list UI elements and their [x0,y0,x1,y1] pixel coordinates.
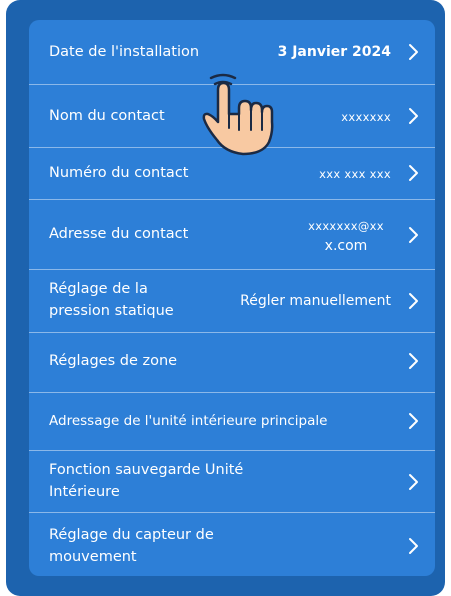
row-label-line2: mouvement [49,549,137,565]
row-label-line2: Intérieure [49,484,120,500]
chevron-right-icon [409,413,418,429]
row-value: xxxxxxx [341,110,391,124]
hand-pointer-icon [202,73,274,156]
row-value: 3 Janvier 2024 [277,44,391,60]
row-static-pressure[interactable]: Réglage de la pression statique Régler m… [29,270,435,333]
row-indoor-unit-backup[interactable]: Fonction sauvegarde Unité Intérieure [29,451,435,513]
row-zone-settings[interactable]: Réglages de zone [29,333,435,393]
row-label: Nom du contact [49,108,165,124]
row-value: xxx xxx xxx [319,167,391,181]
row-label: Adresse du contact [49,226,189,242]
row-label: Réglages de zone [49,353,178,369]
row-label-line1: Réglage du capteur de [49,527,214,543]
row-value: Régler manuellement [240,293,391,309]
row-contact-address[interactable]: Adresse du contact xxxxxxx@xx x.com [29,200,435,270]
row-label-line1: Réglage de la [49,281,148,297]
row-label-line1: Fonction sauvegarde Unité [49,462,244,478]
chevron-right-icon [409,165,418,181]
chevron-right-icon [409,353,418,369]
chevron-right-icon [409,227,418,243]
row-main-indoor-unit-addressing[interactable]: Adressage de l'unité intérieure principa… [29,393,435,451]
chevron-right-icon [409,108,418,124]
device-frame: Date de l'installation 3 Janvier 2024 No… [6,0,445,596]
row-label: Date de l'installation [49,44,200,60]
row-value-line2: x.com [324,238,368,254]
chevron-right-icon [409,474,418,490]
chevron-right-icon [409,293,418,309]
chevron-right-icon [409,44,418,60]
row-label: Adressage de l'unité intérieure principa… [49,413,328,429]
settings-list: Date de l'installation 3 Janvier 2024 No… [29,20,435,576]
row-motion-sensor[interactable]: Réglage du capteur de mouvement [29,513,435,576]
row-value-line1: xxxxxxx@xx [308,219,384,233]
row-label: Numéro du contact [49,165,189,181]
chevron-right-icon [409,538,418,554]
row-label-line2: pression statique [49,303,174,319]
